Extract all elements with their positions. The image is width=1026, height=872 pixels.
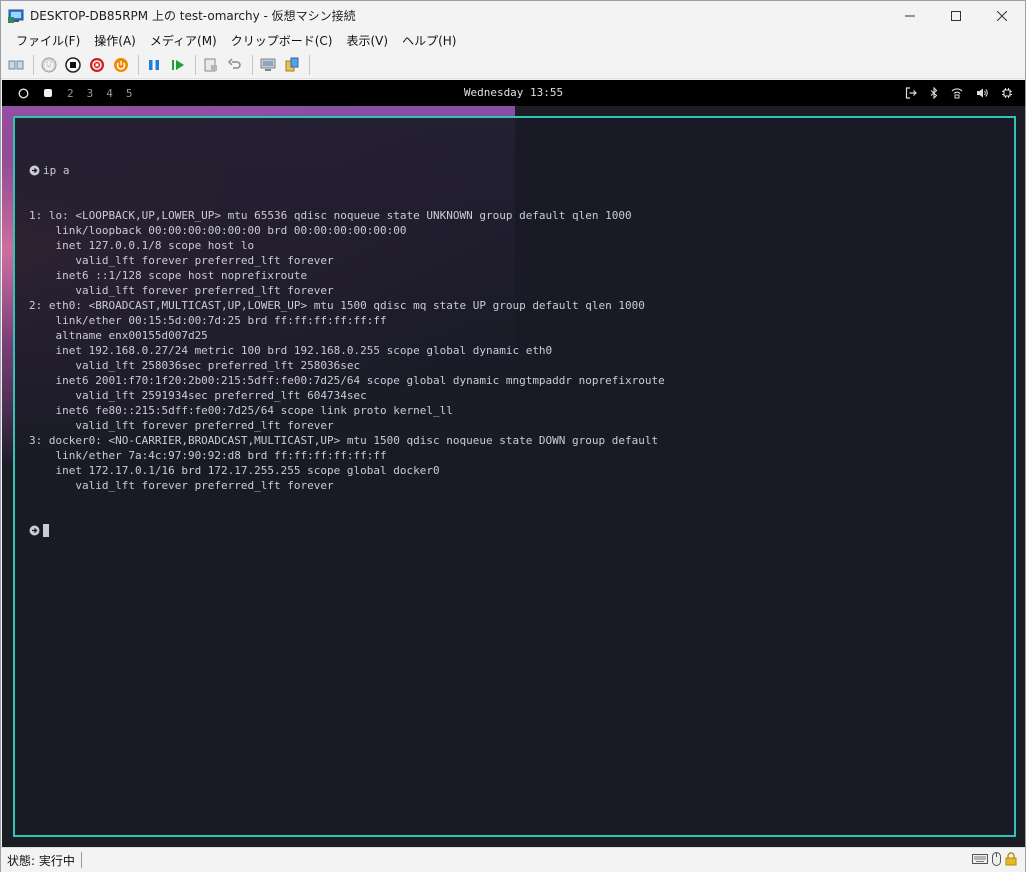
window-title: DESKTOP-DB85RPM 上の test-omarchy - 仮想マシン接…	[30, 9, 356, 23]
terminal-output-line: inet6 fe80::215:5dff:fe00:7d25/64 scope …	[29, 404, 453, 417]
vm-connection-app-icon	[8, 8, 24, 24]
prompt-arrow-icon	[29, 165, 40, 176]
menu-bar: ファイル(F) 操作(A) メディア(M) クリップボード(C) 表示(V) ヘ…	[1, 30, 1025, 52]
turn-off-button[interactable]	[62, 54, 84, 76]
share-button[interactable]	[281, 54, 303, 76]
terminal-output-line: link/loopback 00:00:00:00:00:00 brd 00:0…	[29, 224, 407, 237]
terminal-window[interactable]: ip a 1: lo: <LOOPBACK,UP,LOWER_UP> mtu 6…	[13, 116, 1016, 837]
volume-icon[interactable]	[976, 87, 988, 99]
terminal-output-line: 3: docker0: <NO-CARRIER,BROADCAST,MULTIC…	[29, 434, 659, 447]
prompt-arrow-icon	[29, 525, 40, 536]
share-icon	[285, 57, 299, 72]
menu-file[interactable]: ファイル(F)	[9, 30, 87, 52]
terminal-output-line: valid_lft forever preferred_lft forever	[29, 479, 334, 492]
power-icon	[114, 58, 128, 72]
command-line: ip a	[29, 163, 665, 178]
enhanced-session-icon	[260, 58, 276, 71]
menu-action[interactable]: 操作(A)	[87, 30, 143, 52]
menu-media[interactable]: メディア(M)	[143, 30, 224, 52]
toolbar-separator	[138, 55, 139, 75]
window-controls	[887, 1, 1025, 30]
close-icon	[997, 10, 1007, 21]
terminal-output-line: valid_lft forever preferred_lft forever	[29, 419, 334, 432]
terminal-output: ip a 1: lo: <LOOPBACK,UP,LOWER_UP> mtu 6…	[29, 133, 665, 568]
keyboard-icon	[972, 853, 988, 865]
logout-icon[interactable]	[905, 87, 917, 99]
lock-icon	[1005, 852, 1017, 866]
toolbar-separator	[252, 55, 253, 75]
toolbar-separator	[195, 55, 196, 75]
power-button[interactable]	[110, 54, 132, 76]
terminal-output-line: valid_lft forever preferred_lft forever	[29, 284, 334, 297]
status-bar: 状態: 実行中	[1, 847, 1025, 872]
terminal-output-line: 1: lo: <LOOPBACK,UP,LOWER_UP> mtu 65536 …	[29, 209, 632, 222]
menu-help[interactable]: ヘルプ(H)	[395, 30, 463, 52]
checkpoint-icon	[204, 58, 217, 72]
top-status-bar: 2 3 4 5 Wednesday 13:55	[2, 80, 1025, 106]
status-indicators	[968, 852, 1017, 866]
reset-icon	[172, 60, 184, 70]
revert-icon	[227, 58, 241, 69]
maximize-icon	[951, 10, 961, 21]
title-bar: DESKTOP-DB85RPM 上の test-omarchy - 仮想マシン接…	[1, 1, 1025, 30]
clock[interactable]: Wednesday 13:55	[2, 80, 1025, 106]
revert-button[interactable]	[224, 54, 246, 76]
terminal-output-line: link/ether 7a:4c:97:90:92:d8 brd ff:ff:f…	[29, 449, 387, 462]
status-separator	[80, 852, 82, 868]
minimize-button[interactable]	[887, 1, 933, 30]
terminal-output-line: inet 172.17.0.1/16 brd 172.17.255.255 sc…	[29, 464, 440, 477]
toolbar	[1, 52, 1025, 79]
system-tray	[892, 80, 1013, 106]
current-prompt-line[interactable]	[29, 523, 665, 538]
terminal-output-line: altname enx00155d007d25	[29, 329, 208, 342]
mouse-icon	[992, 852, 1001, 866]
terminal-output-line: valid_lft forever preferred_lft forever	[29, 254, 334, 267]
toolbar-separator	[33, 55, 34, 75]
enhanced-session-button[interactable]	[257, 54, 279, 76]
start-button[interactable]	[38, 54, 60, 76]
reset-button[interactable]	[167, 54, 189, 76]
shutdown-icon	[90, 58, 104, 72]
terminal-output-line: link/ether 00:15:5d:00:7d:25 brd ff:ff:f…	[29, 314, 387, 327]
terminal-output-line: valid_lft 258036sec preferred_lft 258036…	[29, 359, 361, 372]
vm-connection-window: DESKTOP-DB85RPM 上の test-omarchy - 仮想マシン接…	[0, 0, 1026, 872]
terminal-output-line: inet6 2001:f70:1f20:2b00:215:5dff:fe00:7…	[29, 374, 665, 387]
command-text: ip a	[43, 164, 70, 177]
shutdown-button[interactable]	[86, 54, 108, 76]
terminal-output-line: inet6 ::1/128 scope host noprefixroute	[29, 269, 308, 282]
terminal-output-line: 2: eth0: <BROADCAST,MULTICAST,UP,LOWER_U…	[29, 299, 645, 312]
terminal-output-line: inet 127.0.0.1/8 scope host lo	[29, 239, 255, 252]
turn-off-icon	[65, 57, 81, 73]
vm-status-text: 状態: 実行中	[7, 853, 75, 868]
menu-view[interactable]: 表示(V)	[340, 30, 396, 52]
output-lines: 1: lo: <LOOPBACK,UP,LOWER_UP> mtu 65536 …	[29, 208, 665, 493]
vm-screen[interactable]: 2 3 4 5 Wednesday 13:55 ip a 1: lo: <LOO…	[2, 80, 1025, 847]
network-icon[interactable]	[951, 87, 963, 99]
maximize-button[interactable]	[933, 1, 979, 30]
terminal-output-line: valid_lft 2591934sec preferred_lft 60473…	[29, 389, 367, 402]
pause-button[interactable]	[143, 54, 165, 76]
bluetooth-icon[interactable]	[930, 87, 938, 99]
text-cursor	[43, 524, 49, 537]
cpu-icon[interactable]	[1001, 87, 1013, 99]
terminal-output-line: inet 192.168.0.27/24 metric 100 brd 192.…	[29, 344, 553, 357]
minimize-icon	[905, 15, 915, 16]
ctrl-alt-del-button[interactable]	[5, 54, 27, 76]
ctrl-alt-del-icon	[8, 60, 24, 70]
toolbar-separator	[309, 55, 310, 75]
close-button[interactable]	[979, 1, 1025, 30]
start-icon	[41, 57, 57, 73]
pause-icon	[149, 60, 159, 70]
checkpoint-button[interactable]	[200, 54, 222, 76]
menu-clipboard[interactable]: クリップボード(C)	[224, 30, 340, 52]
